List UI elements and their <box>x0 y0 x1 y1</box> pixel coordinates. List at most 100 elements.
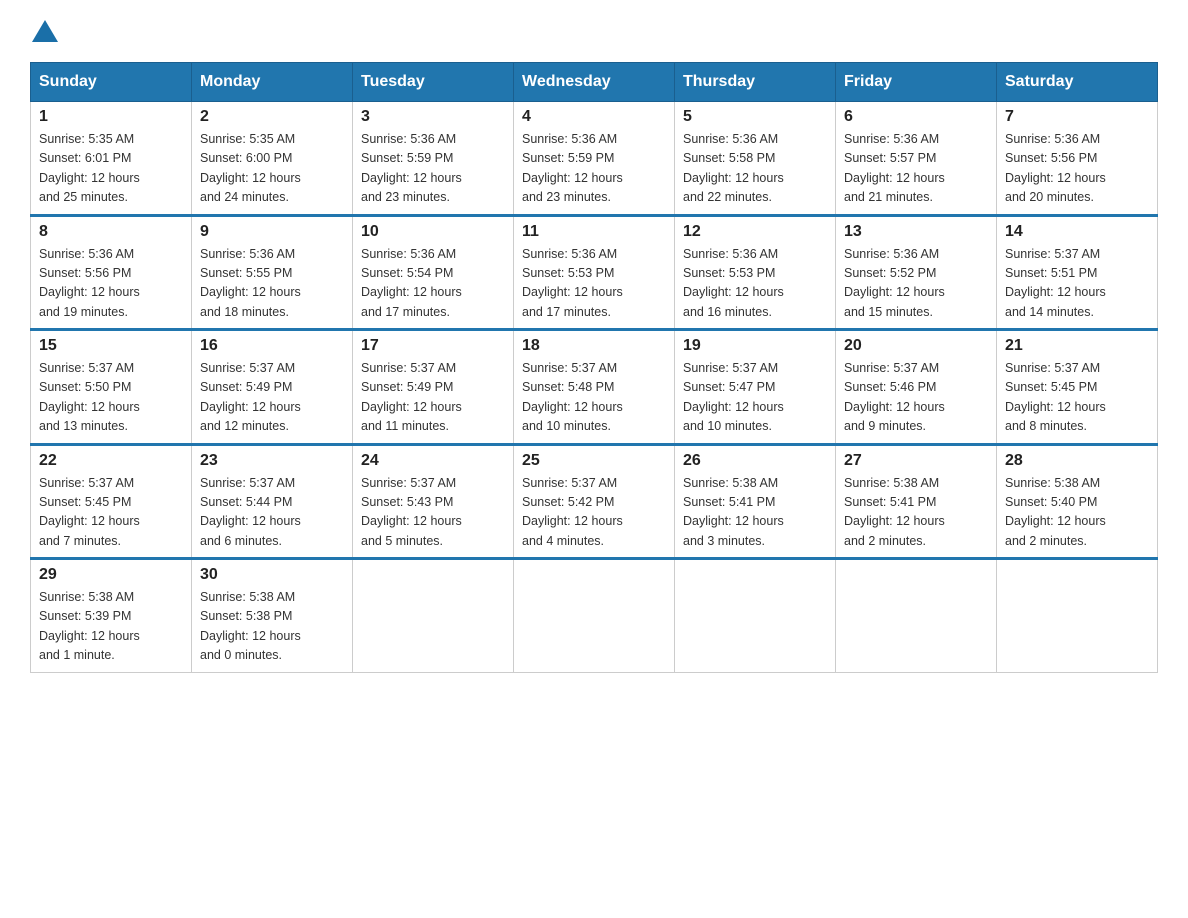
day-number: 27 <box>844 452 988 470</box>
day-info: Sunrise: 5:37 AMSunset: 5:47 PMDaylight:… <box>683 359 827 437</box>
day-number: 15 <box>39 337 183 355</box>
calendar-week-row: 22Sunrise: 5:37 AMSunset: 5:45 PMDayligh… <box>31 444 1158 559</box>
logo-text-block <box>30 20 58 42</box>
calendar-day-cell <box>353 559 514 673</box>
calendar-day-cell: 15Sunrise: 5:37 AMSunset: 5:50 PMDayligh… <box>31 330 192 445</box>
day-info: Sunrise: 5:37 AMSunset: 5:44 PMDaylight:… <box>200 474 344 552</box>
day-info: Sunrise: 5:36 AMSunset: 5:53 PMDaylight:… <box>522 245 666 323</box>
day-number: 11 <box>522 223 666 241</box>
calendar-day-cell: 8 Sunrise: 5:36 AMSunset: 5:56 PMDaylight… <box>31 215 192 330</box>
day-info: Sunrise: 5:37 AMSunset: 5:51 PMDaylight:… <box>1005 245 1149 323</box>
day-info: Sunrise: 5:37 AMSunset: 5:45 PMDaylight:… <box>1005 359 1149 437</box>
calendar-day-cell: 7 Sunrise: 5:36 AMSunset: 5:56 PMDaylight… <box>997 102 1158 216</box>
calendar-day-cell: 3 Sunrise: 5:36 AMSunset: 5:59 PMDaylight… <box>353 102 514 216</box>
day-number: 29 <box>39 566 183 584</box>
calendar-day-cell: 13 Sunrise: 5:36 AMSunset: 5:52 PMDayligh… <box>836 215 997 330</box>
calendar-day-cell: 28 Sunrise: 5:38 AMSunset: 5:40 PMDayligh… <box>997 444 1158 559</box>
day-info: Sunrise: 5:38 AMSunset: 5:41 PMDaylight:… <box>844 474 988 552</box>
day-info: Sunrise: 5:38 AMSunset: 5:39 PMDaylight:… <box>39 588 183 666</box>
calendar-day-cell: 11 Sunrise: 5:36 AMSunset: 5:53 PMDayligh… <box>514 215 675 330</box>
calendar-day-cell <box>675 559 836 673</box>
day-info: Sunrise: 5:35 AMSunset: 6:01 PMDaylight:… <box>39 130 183 208</box>
logo <box>30 20 58 42</box>
page-header <box>30 20 1158 42</box>
calendar-day-cell: 18 Sunrise: 5:37 AMSunset: 5:48 PMDayligh… <box>514 330 675 445</box>
day-info: Sunrise: 5:36 AMSunset: 5:56 PMDaylight:… <box>39 245 183 323</box>
day-number: 23 <box>200 452 344 470</box>
day-number: 3 <box>361 108 505 126</box>
day-number: 16 <box>200 337 344 355</box>
day-number: 19 <box>683 337 827 355</box>
day-info: Sunrise: 5:38 AMSunset: 5:38 PMDaylight:… <box>200 588 344 666</box>
calendar-day-cell: 9 Sunrise: 5:36 AMSunset: 5:55 PMDaylight… <box>192 215 353 330</box>
calendar-day-cell: 16 Sunrise: 5:37 AMSunset: 5:49 PMDayligh… <box>192 330 353 445</box>
calendar-day-cell: 12 Sunrise: 5:36 AMSunset: 5:53 PMDayligh… <box>675 215 836 330</box>
calendar-day-cell: 1 Sunrise: 5:35 AMSunset: 6:01 PMDaylight… <box>31 102 192 216</box>
day-number: 2 <box>200 108 344 126</box>
calendar-day-cell: 17 Sunrise: 5:37 AMSunset: 5:49 PMDayligh… <box>353 330 514 445</box>
day-number: 10 <box>361 223 505 241</box>
calendar-header-monday: Monday <box>192 63 353 102</box>
day-number: 24 <box>361 452 505 470</box>
day-number: 6 <box>844 108 988 126</box>
calendar-day-cell <box>514 559 675 673</box>
day-number: 8 <box>39 223 183 241</box>
calendar-day-cell: 4 Sunrise: 5:36 AMSunset: 5:59 PMDaylight… <box>514 102 675 216</box>
day-info: Sunrise: 5:37 AMSunset: 5:49 PMDaylight:… <box>200 359 344 437</box>
calendar-day-cell: 23 Sunrise: 5:37 AMSunset: 5:44 PMDayligh… <box>192 444 353 559</box>
day-number: 18 <box>522 337 666 355</box>
day-number: 17 <box>361 337 505 355</box>
calendar-day-cell: 27 Sunrise: 5:38 AMSunset: 5:41 PMDayligh… <box>836 444 997 559</box>
calendar-header-tuesday: Tuesday <box>353 63 514 102</box>
calendar-header-row: SundayMondayTuesdayWednesdayThursdayFrid… <box>31 63 1158 102</box>
day-info: Sunrise: 5:36 AMSunset: 5:53 PMDaylight:… <box>683 245 827 323</box>
day-info: Sunrise: 5:36 AMSunset: 5:55 PMDaylight:… <box>200 245 344 323</box>
day-info: Sunrise: 5:36 AMSunset: 5:56 PMDaylight:… <box>1005 130 1149 208</box>
day-info: Sunrise: 5:36 AMSunset: 5:54 PMDaylight:… <box>361 245 505 323</box>
day-number: 13 <box>844 223 988 241</box>
calendar-week-row: 15Sunrise: 5:37 AMSunset: 5:50 PMDayligh… <box>31 330 1158 445</box>
calendar-header-wednesday: Wednesday <box>514 63 675 102</box>
calendar-day-cell: 6 Sunrise: 5:36 AMSunset: 5:57 PMDaylight… <box>836 102 997 216</box>
day-info: Sunrise: 5:38 AMSunset: 5:40 PMDaylight:… <box>1005 474 1149 552</box>
calendar-day-cell: 21Sunrise: 5:37 AMSunset: 5:45 PMDayligh… <box>997 330 1158 445</box>
day-number: 25 <box>522 452 666 470</box>
calendar-day-cell <box>836 559 997 673</box>
calendar-day-cell <box>997 559 1158 673</box>
day-number: 4 <box>522 108 666 126</box>
calendar-header-friday: Friday <box>836 63 997 102</box>
calendar-day-cell: 14 Sunrise: 5:37 AMSunset: 5:51 PMDayligh… <box>997 215 1158 330</box>
day-info: Sunrise: 5:37 AMSunset: 5:43 PMDaylight:… <box>361 474 505 552</box>
day-info: Sunrise: 5:36 AMSunset: 5:52 PMDaylight:… <box>844 245 988 323</box>
day-number: 26 <box>683 452 827 470</box>
calendar-week-row: 8 Sunrise: 5:36 AMSunset: 5:56 PMDaylight… <box>31 215 1158 330</box>
day-number: 12 <box>683 223 827 241</box>
calendar-day-cell: 29 Sunrise: 5:38 AMSunset: 5:39 PMDayligh… <box>31 559 192 673</box>
calendar-table: SundayMondayTuesdayWednesdayThursdayFrid… <box>30 62 1158 673</box>
day-info: Sunrise: 5:36 AMSunset: 5:57 PMDaylight:… <box>844 130 988 208</box>
day-info: Sunrise: 5:37 AMSunset: 5:46 PMDaylight:… <box>844 359 988 437</box>
day-info: Sunrise: 5:37 AMSunset: 5:48 PMDaylight:… <box>522 359 666 437</box>
day-info: Sunrise: 5:36 AMSunset: 5:59 PMDaylight:… <box>361 130 505 208</box>
calendar-header-sunday: Sunday <box>31 63 192 102</box>
day-number: 20 <box>844 337 988 355</box>
calendar-day-cell: 22Sunrise: 5:37 AMSunset: 5:45 PMDayligh… <box>31 444 192 559</box>
day-number: 7 <box>1005 108 1149 126</box>
day-info: Sunrise: 5:37 AMSunset: 5:49 PMDaylight:… <box>361 359 505 437</box>
day-number: 28 <box>1005 452 1149 470</box>
calendar-day-cell: 26 Sunrise: 5:38 AMSunset: 5:41 PMDayligh… <box>675 444 836 559</box>
day-info: Sunrise: 5:36 AMSunset: 5:58 PMDaylight:… <box>683 130 827 208</box>
day-info: Sunrise: 5:37 AMSunset: 5:42 PMDaylight:… <box>522 474 666 552</box>
day-number: 14 <box>1005 223 1149 241</box>
day-info: Sunrise: 5:38 AMSunset: 5:41 PMDaylight:… <box>683 474 827 552</box>
calendar-day-cell: 19 Sunrise: 5:37 AMSunset: 5:47 PMDayligh… <box>675 330 836 445</box>
calendar-day-cell: 10 Sunrise: 5:36 AMSunset: 5:54 PMDayligh… <box>353 215 514 330</box>
calendar-header-saturday: Saturday <box>997 63 1158 102</box>
day-number: 9 <box>200 223 344 241</box>
day-number: 1 <box>39 108 183 126</box>
calendar-day-cell: 25 Sunrise: 5:37 AMSunset: 5:42 PMDayligh… <box>514 444 675 559</box>
day-number: 5 <box>683 108 827 126</box>
day-number: 22 <box>39 452 183 470</box>
day-info: Sunrise: 5:36 AMSunset: 5:59 PMDaylight:… <box>522 130 666 208</box>
calendar-week-row: 29 Sunrise: 5:38 AMSunset: 5:39 PMDayligh… <box>31 559 1158 673</box>
